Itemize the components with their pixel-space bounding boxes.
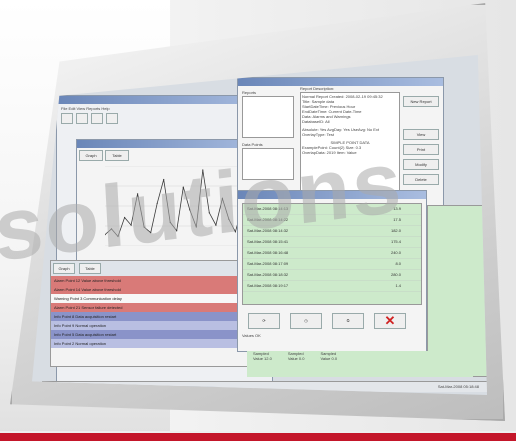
data-row-value: 8.0 xyxy=(395,261,401,266)
tab-table[interactable]: Table xyxy=(105,150,129,161)
sampled-value: Value 0.0 xyxy=(287,356,305,361)
sampled-value: Value 0.0 xyxy=(320,356,338,361)
data-row-value: 240.0 xyxy=(390,250,401,255)
alarm-table: Graph Table Alarm Point 12 Value above t… xyxy=(50,260,252,367)
timer-icon[interactable]: ⏲ xyxy=(332,313,364,329)
alarm-row[interactable]: Alarm Point 12 Value above threshold xyxy=(51,276,251,285)
side-button-delete[interactable]: Delete xyxy=(403,174,439,185)
accent-bar xyxy=(0,433,516,441)
alarm-row[interactable]: Info Point 9 Normal operation xyxy=(51,321,251,330)
data-row-timestamp: Sat-Mar-2008 08:16:48 xyxy=(247,250,289,255)
data-status: Values OK xyxy=(242,333,261,338)
tab-graph[interactable]: Graph xyxy=(79,150,103,161)
data-row-timestamp: Sat-Mar-2008 08:18:32 xyxy=(247,272,289,277)
data-points-label: Data Points xyxy=(242,142,263,147)
side-button-new-report[interactable]: New Report xyxy=(403,96,439,107)
toolbar-new-icon[interactable] xyxy=(61,113,73,124)
data-row-value: 280.0 xyxy=(390,272,401,277)
data-row[interactable]: Sat-Mar-2008 08:18:32 280.0 xyxy=(243,270,421,281)
data-row[interactable]: Sat-Mar-2008 08:16:48 240.0 xyxy=(243,248,421,259)
sampled-group-1: Sampled Value 12.0 xyxy=(253,351,272,377)
alarm-row[interactable]: Alarm Point 14 Value above threshold xyxy=(51,285,251,294)
data-row[interactable]: Sat-Mar-2008 08:19:17 1.4 xyxy=(243,281,421,292)
report-description-label: Report Description: xyxy=(300,86,335,91)
sampled-group-3: Sampled Value 0.0 xyxy=(320,351,337,377)
sampled-group-2: Sampled Value 0.0 xyxy=(288,351,305,377)
alarm-row[interactable]: Warning Point 3 Communication delay xyxy=(51,294,251,303)
side-button-group: New Report View Print Modify Delete xyxy=(403,96,439,189)
alarm-rows: Alarm Point 12 Value above threshold Alar… xyxy=(51,276,251,348)
alarm-row[interactable]: Alarm Point 21 Sensor failure detected xyxy=(51,303,251,312)
alarm-row[interactable]: Info Point 5 Data acquisition restart xyxy=(51,330,251,339)
alarm-row[interactable]: Info Point 2 Normal operation xyxy=(51,339,251,348)
toolbar-open-icon[interactable] xyxy=(76,113,88,124)
toolbar-print-icon[interactable] xyxy=(106,113,118,124)
sampled-groups: Sampled Value 12.0 Sampled Value 0.0 Sam… xyxy=(247,351,473,377)
data-row-timestamp: Sat-Mar-2008 08:19:17 xyxy=(247,283,289,288)
sampled-value: Value 12.0 xyxy=(253,356,272,361)
clock-icon[interactable]: ◷ xyxy=(290,313,322,329)
side-button-modify[interactable]: Modify xyxy=(403,159,439,170)
reports-list[interactable] xyxy=(242,96,294,138)
refresh-icon[interactable]: ⟳ xyxy=(248,313,280,329)
side-button-view[interactable]: View xyxy=(403,129,439,140)
alarm-row[interactable]: Info Point 8 Data acquisition restart xyxy=(51,312,251,321)
data-row[interactable]: Sat-Mar-2008 08:17:09 8.0 xyxy=(243,259,421,270)
data-window-controls: ⟳ ◷ ⏲ ✕ xyxy=(248,313,406,329)
reports-list-label: Reports xyxy=(242,90,257,95)
toolbar-save-icon[interactable] xyxy=(91,113,103,124)
side-button-print[interactable]: Print xyxy=(403,144,439,155)
close-icon[interactable]: ✕ xyxy=(374,313,406,329)
report-window-titlebar xyxy=(238,78,443,86)
data-row-value: 175.4 xyxy=(390,239,401,244)
data-row-value: 1.4 xyxy=(395,283,401,288)
report-description-lines: Normal Report Created: 2008-02-19 09:45:… xyxy=(302,94,398,124)
status-date: Sat-Mar-2008 05:18:48 xyxy=(437,384,479,389)
data-row-timestamp: Sat-Mar-2008 08:17:09 xyxy=(247,261,289,266)
